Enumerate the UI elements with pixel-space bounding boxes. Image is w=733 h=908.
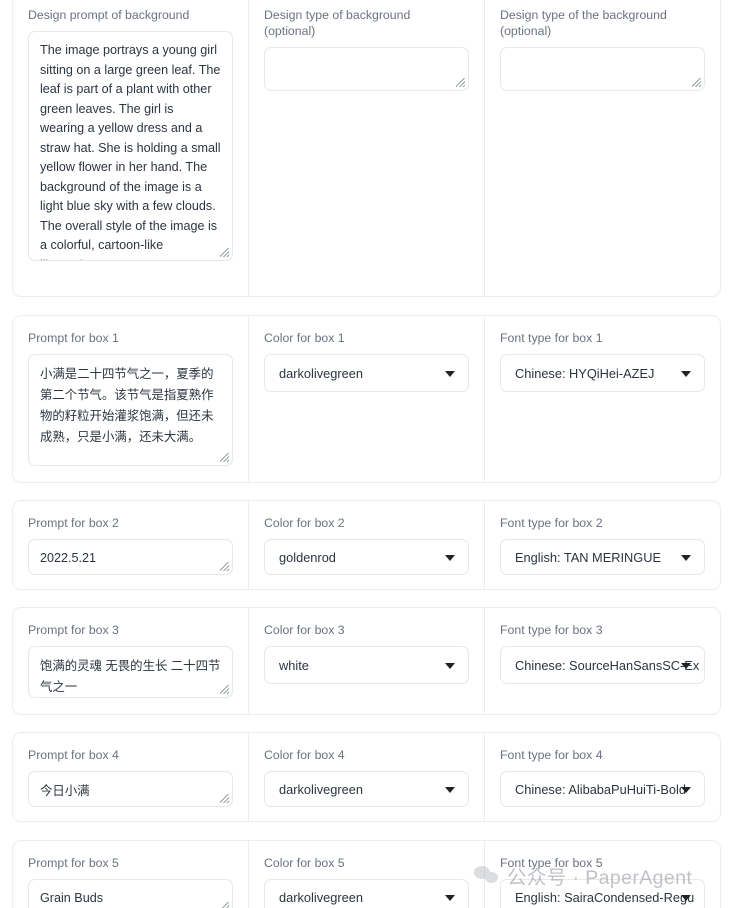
column-prompt-for-box-5: Prompt for box 5 Grain Buds [13, 841, 249, 908]
column-prompt-for-box-3: Prompt for box 3 饱满的灵魂 无畏的生长 二十四节气之一 [13, 608, 249, 714]
label-design-prompt-of-background: Design prompt of background [28, 8, 190, 22]
textarea-prompt-for-box-3[interactable]: 饱满的灵魂 无畏的生长 二十四节气之一 [28, 646, 233, 698]
column-prompt-for-box-4: Prompt for box 4 今日小满 [13, 733, 249, 821]
chevron-down-icon [681, 371, 691, 377]
column-font-type-for-box-3: Font type for box 3 Chinese: SourceHanSa… [485, 608, 720, 714]
card-box-1-row: Prompt for box 1 小满是二十四节气之一，夏季的第二个节气。该节气… [12, 315, 721, 483]
card-box-4-row: Prompt for box 4 今日小满 Color for box 4 da… [12, 732, 721, 822]
dropdown-value-color-for-box-5: darkolivegreen [279, 889, 363, 905]
column-color-for-box-1: Color for box 1 darkolivegreen [249, 316, 485, 482]
card-box-2-row: Prompt for box 2 2022.5.21 Color for box… [12, 500, 721, 590]
dropdown-value-font-type-for-box-1: Chinese: HYQiHei-AZEJ [515, 365, 655, 381]
textarea-prompt-for-box-1[interactable]: 小满是二十四节气之一，夏季的第二个节气。该节气是指夏熟作物的籽粒开始灌浆饱满，但… [28, 354, 233, 466]
chevron-down-icon [445, 895, 455, 901]
label-prompt-for-box-3: Prompt for box 3 [28, 623, 119, 637]
chevron-down-icon [445, 787, 455, 793]
dropdown-value-font-type-for-box-3: Chinese: SourceHanSansSC-Ex [515, 657, 700, 673]
dropdown-color-for-box-3[interactable]: white [264, 646, 469, 684]
chevron-down-icon [681, 895, 691, 901]
dropdown-value-color-for-box-4: darkolivegreen [279, 781, 363, 797]
column-design-type-of-the-background: Design type of the background (optional) [485, 0, 720, 296]
label-font-type-for-box-4: Font type for box 4 [500, 748, 603, 762]
textarea-prompt-for-box-5[interactable]: Grain Buds [28, 879, 233, 908]
label-prompt-for-box-2: Prompt for box 2 [28, 516, 119, 530]
column-color-for-box-5: Color for box 5 darkolivegreen [249, 841, 485, 908]
label-design-type-of-the-background: Design type of the background (optional) [500, 8, 667, 38]
column-font-type-for-box-1: Font type for box 1 Chinese: HYQiHei-AZE… [485, 316, 720, 482]
dropdown-font-type-for-box-2[interactable]: English: TAN MERINGUE [500, 539, 705, 575]
dropdown-font-type-for-box-5[interactable]: English: SairaCondensed-Regu [500, 879, 705, 908]
chevron-down-icon [445, 371, 455, 377]
chevron-down-icon [445, 555, 455, 561]
textarea-design-type-of-the-background[interactable] [500, 47, 705, 91]
dropdown-value-color-for-box-1: darkolivegreen [279, 365, 363, 381]
label-color-for-box-3: Color for box 3 [264, 623, 345, 637]
column-design-type-of-background: Design type of background (optional) [249, 0, 485, 296]
label-prompt-for-box-5: Prompt for box 5 [28, 856, 119, 870]
label-font-type-for-box-2: Font type for box 2 [500, 516, 603, 530]
chevron-down-icon [445, 663, 455, 669]
label-font-type-for-box-3: Font type for box 3 [500, 623, 603, 637]
dropdown-color-for-box-4[interactable]: darkolivegreen [264, 771, 469, 807]
dropdown-color-for-box-2[interactable]: goldenrod [264, 539, 469, 575]
column-font-type-for-box-4: Font type for box 4 Chinese: AlibabaPuHu… [485, 733, 720, 821]
column-color-for-box-3: Color for box 3 white [249, 608, 485, 714]
label-color-for-box-2: Color for box 2 [264, 516, 345, 530]
column-prompt-for-box-2: Prompt for box 2 2022.5.21 [13, 501, 249, 589]
dropdown-value-font-type-for-box-4: Chinese: AlibabaPuHuiTi-Bold [515, 781, 686, 797]
dropdown-font-type-for-box-1[interactable]: Chinese: HYQiHei-AZEJ [500, 354, 705, 392]
card-box-5-row: Prompt for box 5 Grain Buds Color for bo… [12, 840, 721, 908]
chevron-down-icon [681, 663, 691, 669]
textarea-design-prompt-of-background[interactable]: The image portrays a young girl sitting … [28, 31, 233, 261]
dropdown-font-type-for-box-4[interactable]: Chinese: AlibabaPuHuiTi-Bold [500, 771, 705, 807]
card-box-3-row: Prompt for box 3 饱满的灵魂 无畏的生长 二十四节气之一 Col… [12, 607, 721, 715]
label-prompt-for-box-4: Prompt for box 4 [28, 748, 119, 762]
label-color-for-box-1: Color for box 1 [264, 331, 345, 345]
dropdown-value-font-type-for-box-5: English: SairaCondensed-Regu [515, 889, 695, 905]
textarea-prompt-for-box-4[interactable]: 今日小满 [28, 771, 233, 807]
label-font-type-for-box-5: Font type for box 5 [500, 856, 603, 870]
card-background-row: Design prompt of background The image po… [12, 0, 721, 297]
label-font-type-for-box-1: Font type for box 1 [500, 331, 603, 345]
label-color-for-box-5: Color for box 5 [264, 856, 345, 870]
dropdown-value-color-for-box-3: white [279, 657, 309, 673]
dropdown-color-for-box-1[interactable]: darkolivegreen [264, 354, 469, 392]
form-page: Design prompt of background The image po… [0, 0, 733, 908]
chevron-down-icon [681, 787, 691, 793]
label-design-type-of-background: Design type of background (optional) [264, 8, 411, 38]
column-font-type-for-box-5: Font type for box 5 English: SairaConden… [485, 841, 720, 908]
column-design-prompt-of-background: Design prompt of background The image po… [13, 0, 249, 296]
dropdown-font-type-for-box-3[interactable]: Chinese: SourceHanSansSC-Ex [500, 646, 705, 684]
textarea-design-type-of-background[interactable] [264, 47, 469, 91]
column-font-type-for-box-2: Font type for box 2 English: TAN MERINGU… [485, 501, 720, 589]
chevron-down-icon [681, 555, 691, 561]
dropdown-color-for-box-5[interactable]: darkolivegreen [264, 879, 469, 908]
dropdown-value-color-for-box-2: goldenrod [279, 549, 336, 565]
label-color-for-box-4: Color for box 4 [264, 748, 345, 762]
dropdown-value-font-type-for-box-2: English: TAN MERINGUE [515, 549, 662, 565]
column-prompt-for-box-1: Prompt for box 1 小满是二十四节气之一，夏季的第二个节气。该节气… [13, 316, 249, 482]
label-prompt-for-box-1: Prompt for box 1 [28, 331, 119, 345]
column-color-for-box-4: Color for box 4 darkolivegreen [249, 733, 485, 821]
textarea-prompt-for-box-2[interactable]: 2022.5.21 [28, 539, 233, 575]
column-color-for-box-2: Color for box 2 goldenrod [249, 501, 485, 589]
